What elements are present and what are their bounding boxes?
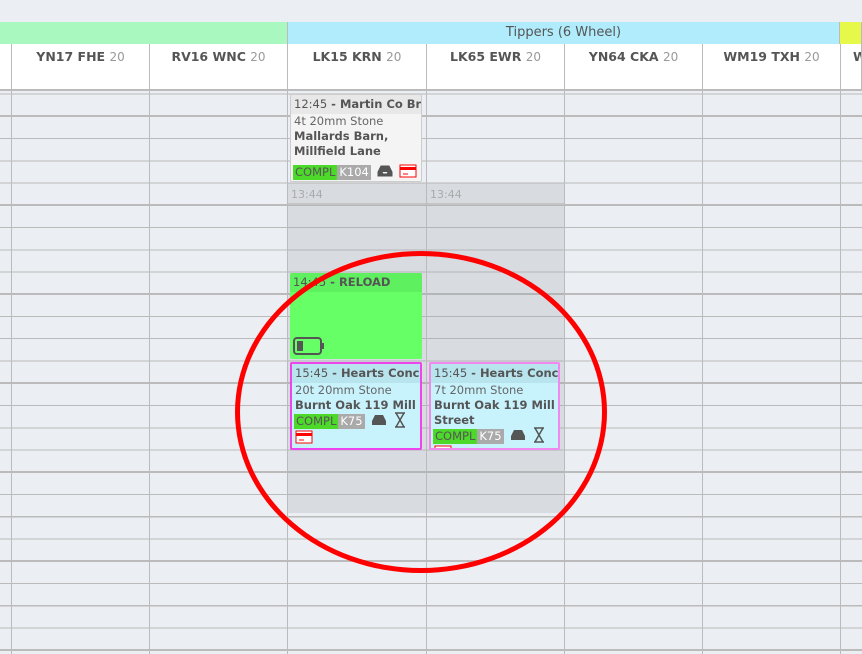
- job-address: Mallards Barn, Millfield Lane: [294, 129, 389, 158]
- column-header-vehicle[interactable]: WM19 TXH 20: [703, 44, 841, 91]
- column-divider: [840, 44, 841, 654]
- vehicle-reg: YN17 FHE: [36, 49, 106, 64]
- red-annotation-circle: [235, 251, 607, 573]
- column-header-vehicle[interactable]: LK15 KRN 20: [288, 44, 427, 91]
- group-header-left: [0, 22, 288, 44]
- inbox-icon[interactable]: [377, 165, 393, 181]
- group-header-right: [840, 22, 862, 44]
- job-customer: Martin Co Brothers: [339, 97, 421, 111]
- vehicle-reg: LK65 EWR: [450, 49, 522, 64]
- job-card[interactable]: 12:45 - Martin Co Brothers 4t 20mm Stone…: [290, 94, 422, 182]
- column-divider: [149, 44, 150, 654]
- vehicle-reg: WM19 TXH: [723, 49, 800, 64]
- vehicle-reg: RV16 WNC: [171, 49, 246, 64]
- unavailable-time: 13:44: [427, 183, 564, 205]
- column-divider: [702, 44, 703, 654]
- column-header-vehicle[interactable]: LK65 EWR 20: [427, 44, 565, 91]
- vehicle-count: 20: [109, 50, 125, 64]
- vehicle-reg: LK15 KRN: [312, 49, 382, 64]
- vehicle-count: 20: [525, 50, 541, 64]
- vehicle-reg: W: [853, 49, 861, 64]
- vehicle-count: 20: [386, 50, 402, 64]
- separator: -: [327, 97, 340, 111]
- column-header-vehicle[interactable]: W: [841, 44, 862, 91]
- column-divider: [11, 44, 12, 654]
- vehicle-count: 20: [662, 50, 679, 64]
- column-header-vehicle[interactable]: RV16 WNC 20: [150, 44, 288, 91]
- toolbar-area: [0, 0, 862, 22]
- status-badge: COMPL: [293, 165, 338, 180]
- vehicle-count: 20: [250, 50, 266, 64]
- vehicle-count: 20: [804, 50, 820, 64]
- vehicle-reg: YN64 CKA: [588, 49, 659, 64]
- group-header-tippers: Tippers (6 Wheel): [288, 22, 840, 44]
- column-header-vehicle[interactable]: YN17 FHE 20: [12, 44, 150, 91]
- ticket-badge: K104: [337, 165, 371, 180]
- job-time: 12:45: [294, 97, 328, 111]
- column-header-vehicle[interactable]: YN64 CKA 20: [565, 44, 703, 91]
- unavailable-time: 13:44: [288, 183, 426, 205]
- job-load: 4t 20mm Stone: [294, 114, 384, 128]
- card-payment-icon[interactable]: [399, 164, 417, 182]
